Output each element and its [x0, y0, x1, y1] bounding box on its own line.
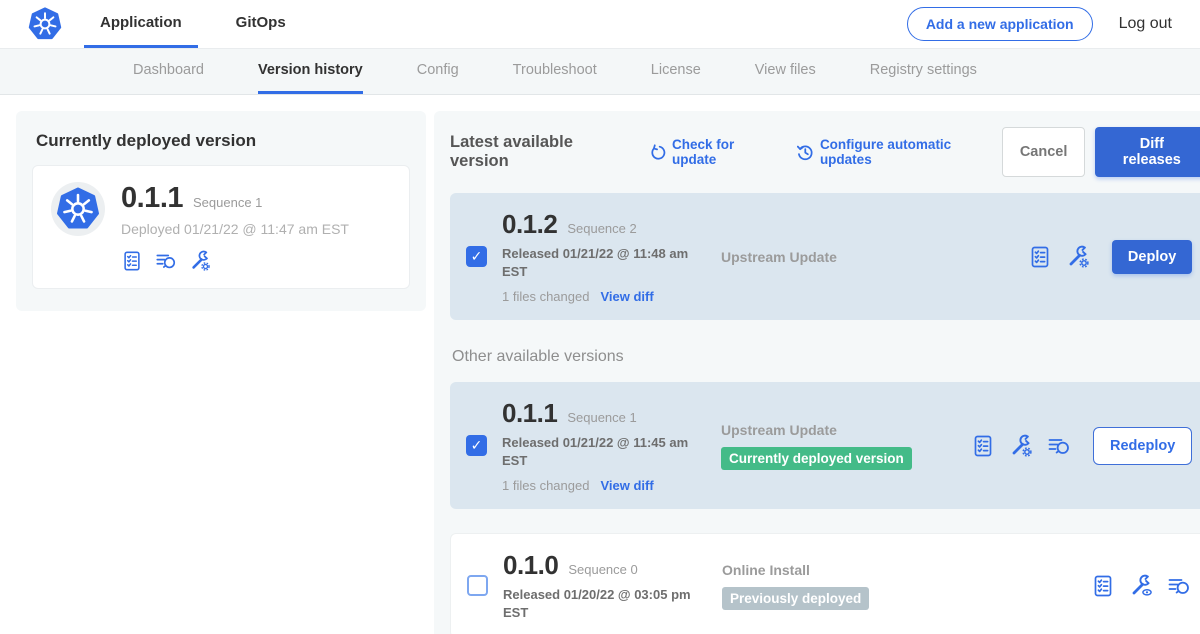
files-changed-label: 1 files changed	[502, 478, 589, 493]
release-row-0-1-2: ✓ 0.1.2 Sequence 2 Released 01/21/22 @ 1…	[450, 193, 1200, 320]
tab-config[interactable]: Config	[417, 49, 459, 94]
release-notes-checklist-icon[interactable]	[1091, 574, 1115, 598]
kubernetes-logo-icon	[28, 7, 62, 41]
release-source: Upstream Update Currently deployed versi…	[721, 422, 971, 470]
redeploy-button[interactable]: Redeploy	[1093, 427, 1192, 465]
deployed-timestamp: Deployed 01/21/22 @ 11:47 am EST	[121, 221, 349, 237]
release-info: 0.1.2 Sequence 2 Released 01/21/22 @ 11:…	[502, 209, 707, 304]
release-actions	[1091, 574, 1191, 598]
release-row-0-1-0: 0.1.0 Sequence 0 Released 01/20/22 @ 03:…	[450, 533, 1200, 634]
kubernetes-logo-icon	[56, 187, 100, 231]
release-source: Online Install Previously deployed	[722, 562, 972, 610]
release-sequence-label: Sequence 1	[567, 410, 636, 425]
app-subnav: Dashboard Version history Config Trouble…	[0, 48, 1200, 95]
release-info: 0.1.0 Sequence 0 Released 01/20/22 @ 03:…	[503, 550, 708, 621]
release-checkbox[interactable]: ✓	[466, 435, 487, 456]
release-sequence-label: Sequence 0	[568, 562, 637, 577]
available-versions-header: Latest available version Check for updat…	[450, 127, 1200, 177]
currently-deployed-card: Currently deployed version 0.1.1 Sequenc…	[16, 111, 426, 311]
top-tab-gitops[interactable]: GitOps	[220, 0, 302, 48]
release-row-0-1-1: ✓ 0.1.1 Sequence 1 Released 01/21/22 @ 1…	[450, 382, 1200, 509]
clock-refresh-icon	[797, 144, 814, 161]
release-notes-checklist-icon[interactable]	[121, 250, 143, 272]
currently-deployed-title: Currently deployed version	[36, 131, 410, 151]
deployed-version-card: 0.1.1 Sequence 1 Deployed 01/21/22 @ 11:…	[32, 165, 410, 289]
release-notes-checklist-icon[interactable]	[971, 434, 995, 458]
top-navbar: Application GitOps Add a new application…	[0, 0, 1200, 48]
refresh-icon	[649, 144, 666, 161]
check-for-update-link[interactable]: Check for update	[649, 137, 779, 167]
release-notes-checklist-icon[interactable]	[1028, 245, 1052, 269]
release-timestamp: Released 01/21/22 @ 11:48 am EST	[502, 245, 694, 280]
view-diff-link[interactable]: View diff	[600, 478, 653, 493]
release-timestamp: Released 01/21/22 @ 11:45 am EST	[502, 434, 694, 469]
configure-automatic-updates-link[interactable]: Configure automatic updates	[797, 137, 1001, 167]
view-diff-link[interactable]: View diff	[600, 289, 653, 304]
release-version-number: 0.1.1	[502, 398, 557, 429]
previously-deployed-badge: Previously deployed	[722, 587, 869, 610]
wrench-gear-icon[interactable]	[1009, 434, 1033, 458]
release-checkbox[interactable]	[467, 575, 488, 596]
tab-view-files[interactable]: View files	[755, 49, 816, 94]
currently-deployed-badge: Currently deployed version	[721, 447, 912, 470]
release-source-label: Upstream Update	[721, 249, 971, 265]
checkmark-icon: ✓	[471, 248, 483, 265]
release-info: 0.1.1 Sequence 1 Released 01/21/22 @ 11:…	[502, 398, 707, 493]
release-timestamp: Released 01/20/22 @ 03:05 pm EST	[503, 586, 695, 621]
configure-updates-label: Configure automatic updates	[820, 137, 1002, 167]
logs-search-icon[interactable]	[1167, 574, 1191, 598]
release-actions: Deploy	[1028, 240, 1192, 274]
diff-releases-button[interactable]: Diff releases	[1095, 127, 1200, 177]
deployed-version-details: 0.1.1 Sequence 1 Deployed 01/21/22 @ 11:…	[121, 182, 349, 272]
wrench-gear-icon[interactable]	[1066, 245, 1090, 269]
files-changed-label: 1 files changed	[502, 289, 589, 304]
logs-search-icon[interactable]	[155, 250, 177, 272]
tab-dashboard[interactable]: Dashboard	[133, 49, 204, 94]
add-application-button[interactable]: Add a new application	[907, 7, 1093, 41]
release-source-label: Online Install	[722, 562, 972, 578]
cancel-button[interactable]: Cancel	[1002, 127, 1086, 177]
release-sequence-label: Sequence 2	[567, 221, 636, 236]
release-source-label: Upstream Update	[721, 422, 971, 438]
checkmark-icon: ✓	[471, 437, 483, 454]
wrench-eye-icon[interactable]	[1129, 574, 1153, 598]
release-version-number: 0.1.2	[502, 209, 557, 240]
release-checkbox[interactable]: ✓	[466, 246, 487, 267]
deployed-version-number: 0.1.1	[121, 182, 183, 215]
logout-button[interactable]: Log out	[1119, 15, 1172, 33]
top-tab-application[interactable]: Application	[84, 0, 198, 48]
logs-search-icon[interactable]	[1047, 434, 1071, 458]
check-for-update-label: Check for update	[672, 137, 779, 167]
wrench-gear-icon[interactable]	[189, 250, 211, 272]
release-actions: Redeploy	[971, 427, 1192, 465]
other-versions-title: Other available versions	[452, 348, 1200, 366]
app-avatar	[51, 182, 105, 236]
tab-troubleshoot[interactable]: Troubleshoot	[513, 49, 597, 94]
release-source: Upstream Update	[721, 249, 971, 265]
tab-license[interactable]: License	[651, 49, 701, 94]
release-version-number: 0.1.0	[503, 550, 558, 581]
main-content: Currently deployed version 0.1.1 Sequenc…	[0, 95, 1200, 634]
deployed-sequence-label: Sequence 1	[193, 195, 262, 210]
tab-version-history[interactable]: Version history	[258, 49, 363, 94]
deploy-button[interactable]: Deploy	[1112, 240, 1192, 274]
tab-registry-settings[interactable]: Registry settings	[870, 49, 977, 94]
latest-available-title: Latest available version	[450, 133, 631, 171]
available-versions-panel: Latest available version Check for updat…	[434, 111, 1200, 634]
